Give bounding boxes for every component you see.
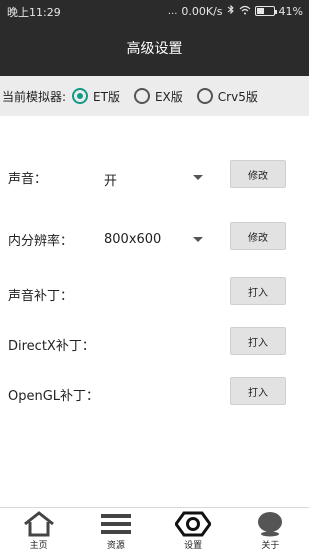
radio-unchecked-icon[interactable] <box>133 88 150 104</box>
resolution-value: 800x600 <box>104 232 162 247</box>
dropdown-caret-icon <box>193 237 203 242</box>
directx-patch-label: DirectX补丁： <box>8 339 95 354</box>
sound-patch-row: 声音补丁： 打入 <box>0 277 309 309</box>
sound-patch-label: 声音补丁： <box>8 289 74 304</box>
opengl-patch-apply-button[interactable]: 打入 <box>230 377 286 405</box>
radio-crv5-label: Crv5版 <box>217 89 258 104</box>
directx-patch-apply-button[interactable]: 打入 <box>230 327 286 355</box>
sound-label: 声音： <box>8 172 48 187</box>
sound-patch-apply-button[interactable]: 打入 <box>230 277 286 305</box>
dropdown-caret-icon <box>193 175 203 180</box>
radio-ex-label: EX版 <box>154 89 183 104</box>
nav-resources-label: 资源 <box>106 541 125 550</box>
radio-unchecked-icon[interactable] <box>196 88 213 104</box>
nav-settings-label: 设置 <box>184 541 203 550</box>
simulator-label: 当前模拟器: <box>2 89 67 104</box>
sound-value: 开 <box>104 174 118 189</box>
radio-et[interactable]: ET版 <box>72 88 120 105</box>
resolution-dropdown[interactable]: 800x600 <box>103 228 207 250</box>
wifi-icon <box>239 5 251 18</box>
nav-about-label: 关于 <box>261 541 280 550</box>
status-time: 晚上11:29 <box>7 6 61 19</box>
resolution-modify-button[interactable]: 修改 <box>230 222 286 250</box>
bluetooth-icon <box>227 4 235 18</box>
nav-settings[interactable]: 设置 <box>155 508 232 550</box>
radio-checked-icon[interactable] <box>72 88 89 104</box>
sound-row: 声音： 开 修改 <box>0 160 309 192</box>
sound-dropdown[interactable]: 开 <box>103 166 207 189</box>
settings-icon <box>174 511 212 541</box>
simulator-selector: 当前模拟器: ET版 EX版 Crv5版 <box>0 76 309 116</box>
nav-resources[interactable]: 资源 <box>77 508 154 550</box>
opengl-patch-label: OpenGL补丁： <box>8 389 100 404</box>
notification-dots: ... <box>167 5 178 17</box>
nav-about[interactable]: 关于 <box>232 508 309 550</box>
nav-home[interactable]: 主页 <box>0 508 77 550</box>
radio-ex[interactable]: EX版 <box>133 88 183 105</box>
resolution-label: 内分辨率： <box>8 234 74 249</box>
nav-home-label: 主页 <box>29 541 48 550</box>
status-bar: 晚上11:29 ... 0.00K/s 41% <box>0 0 309 22</box>
network-speed: 0.00K/s <box>181 4 223 18</box>
battery-icon <box>254 6 277 16</box>
opengl-patch-row: OpenGL补丁： 打入 <box>0 377 309 409</box>
radio-crv5[interactable]: Crv5版 <box>196 88 258 105</box>
status-indicators: ... 0.00K/s 41% <box>168 4 303 18</box>
home-icon <box>23 511 55 541</box>
top-app-bar: 晚上11:29 ... 0.00K/s 41% 高级设置 <box>0 0 309 76</box>
bottom-nav: 主页 资源 设置 关于 <box>0 507 309 550</box>
resolution-row: 内分辨率： 800x600 修改 <box>0 222 309 254</box>
battery-level: 41% <box>278 4 303 18</box>
page-title: 高级设置 <box>126 41 183 57</box>
sound-modify-button[interactable]: 修改 <box>230 160 286 188</box>
menu-icon <box>100 511 132 541</box>
directx-patch-row: DirectX补丁： 打入 <box>0 327 309 359</box>
about-icon <box>256 511 284 541</box>
radio-et-label: ET版 <box>93 89 120 104</box>
